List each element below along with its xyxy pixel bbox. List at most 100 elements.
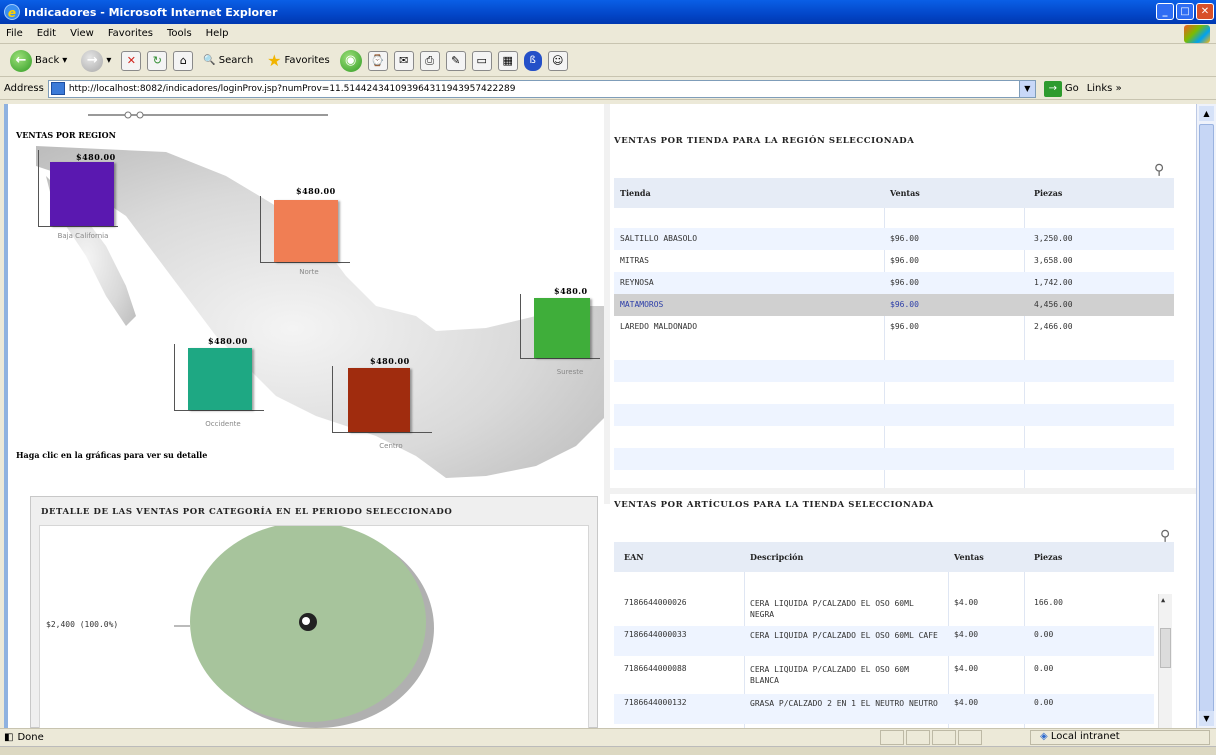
menu-file[interactable]: File bbox=[6, 28, 23, 39]
intranet-icon: ◈ bbox=[1040, 731, 1048, 742]
page-scrollbar[interactable]: ▲ ▼ bbox=[1196, 104, 1216, 728]
region-title: VENTAS POR REGION bbox=[16, 130, 116, 140]
scroll-up-icon[interactable]: ▲ bbox=[1199, 106, 1214, 121]
col-art-ventas: Ventas bbox=[954, 552, 984, 562]
label-norte: Norte bbox=[299, 268, 319, 276]
scroll-thumb[interactable] bbox=[1199, 124, 1214, 714]
label-sureste: Sureste bbox=[556, 368, 584, 376]
label-baja-california: Baja California bbox=[57, 232, 109, 240]
menu-edit[interactable]: Edit bbox=[37, 28, 56, 39]
label-centro: Centro bbox=[379, 442, 403, 450]
table-row[interactable]: 7186644000026 CERA LIQUIDA P/CALZADO EL … bbox=[614, 594, 1154, 624]
address-url: http://localhost:8082/indicadores/loginP… bbox=[68, 83, 516, 94]
minimize-button[interactable]: _ bbox=[1156, 3, 1174, 20]
maximize-button[interactable]: □ bbox=[1176, 3, 1194, 20]
col-descripcion: Descripción bbox=[750, 552, 804, 562]
forward-arrow-icon: → bbox=[81, 49, 104, 72]
search-icon: 🔍 bbox=[203, 55, 216, 66]
mail-icon[interactable]: ✉ bbox=[393, 50, 414, 71]
pie-chart-area: $2,400 (100.0%) bbox=[39, 525, 589, 728]
refresh-icon[interactable]: ↻ bbox=[147, 50, 168, 71]
label-occidente: Occidente bbox=[205, 420, 241, 428]
favorites-star-icon: ★ bbox=[267, 51, 282, 70]
page-status-icon: ◧ bbox=[4, 732, 14, 743]
col-ventas: Ventas bbox=[890, 188, 920, 198]
page-content: VENTAS POR REGION $480.00 Baja Californi… bbox=[4, 104, 1196, 728]
pie-chart[interactable] bbox=[40, 526, 590, 728]
bluetooth-icon[interactable]: ß bbox=[523, 50, 542, 71]
value-norte: $480.00 bbox=[296, 186, 336, 196]
status-bar: ◧ Done ◈ Local intranet bbox=[0, 728, 1216, 746]
history-icon[interactable]: ⌚ bbox=[367, 50, 388, 71]
menu-help[interactable]: Help bbox=[206, 28, 229, 39]
menu-favorites[interactable]: Favorites bbox=[108, 28, 153, 39]
table-row[interactable]: 7186644000132 GRASA P/CALZADO 2 EN 1 EL … bbox=[614, 694, 1154, 724]
region-hint: Haga clic en la gráficas para ver su det… bbox=[16, 450, 208, 460]
window-title: Indicadores - Microsoft Internet Explore… bbox=[24, 5, 278, 19]
address-label: Address bbox=[4, 83, 44, 94]
horizontal-splitter[interactable] bbox=[608, 488, 1196, 494]
forward-button[interactable]: → ▾ bbox=[77, 48, 115, 74]
menu-bar: File Edit View Favorites Tools Help bbox=[0, 24, 1216, 44]
articles-scrollbar[interactable]: ▲ bbox=[1158, 594, 1172, 728]
detail-title: DETALLE DE LAS VENTAS POR CATEGORÍA EN E… bbox=[41, 507, 453, 517]
standard-toolbar: ← Back ▾ → ▾ ✕ ↻ ⌂ 🔍 Search ★ Favorites ◉ … bbox=[0, 45, 1216, 77]
bar-baja-california bbox=[50, 162, 114, 226]
windows-logo-icon bbox=[1184, 25, 1210, 43]
media-icon[interactable]: ◉ bbox=[339, 49, 362, 72]
stores-table: Tienda Ventas Piezas SALTILLO ABASOLO $9… bbox=[614, 178, 1174, 490]
chart-baja-california[interactable]: $480.00 Baja California bbox=[38, 150, 118, 240]
home-icon[interactable]: ⌂ bbox=[173, 50, 194, 71]
print-icon[interactable]: ⎙ bbox=[419, 50, 440, 71]
go-arrow-icon: → bbox=[1043, 80, 1062, 97]
go-button[interactable]: → Go bbox=[1040, 80, 1083, 97]
bar-sureste bbox=[534, 298, 590, 358]
table-row[interactable]: 7186644000088 CERA LIQUIDA P/CALZADO EL … bbox=[614, 660, 1154, 690]
col-tienda: Tienda bbox=[620, 188, 651, 198]
close-button[interactable]: ✕ bbox=[1196, 3, 1214, 20]
research-icon[interactable]: ▦ bbox=[497, 50, 518, 71]
search-button[interactable]: 🔍 Search bbox=[199, 48, 257, 74]
chart-norte[interactable]: $480.00 Norte bbox=[260, 186, 350, 276]
category-detail-panel: DETALLE DE LAS VENTAS POR CATEGORÍA EN E… bbox=[30, 496, 598, 728]
col-piezas: Piezas bbox=[1034, 188, 1063, 198]
table-row-selected[interactable]: MATAMOROS $96.00 4,456.00 bbox=[614, 294, 1174, 316]
table-row[interactable]: LAREDO MALDONADO $96.00 2,466.00 bbox=[614, 316, 1174, 338]
messenger-icon[interactable]: ☺ bbox=[547, 50, 568, 71]
status-text: Done bbox=[17, 732, 44, 743]
articles-title: VENTAS POR ARTÍCULOS PARA LA TIENDA SELE… bbox=[614, 500, 934, 510]
stop-icon[interactable]: ✕ bbox=[121, 50, 142, 71]
taskbar bbox=[0, 746, 1216, 755]
col-art-piezas: Piezas bbox=[1034, 552, 1063, 562]
back-button[interactable]: ← Back ▾ bbox=[6, 48, 71, 74]
favorites-button[interactable]: ★ Favorites bbox=[263, 48, 334, 74]
chart-centro[interactable]: $480.00 Centro bbox=[332, 352, 432, 452]
folder-icon[interactable]: ▭ bbox=[471, 50, 492, 71]
links-button[interactable]: Links » bbox=[1087, 83, 1122, 94]
value-occidente: $480.00 bbox=[208, 336, 248, 346]
chart-occidente[interactable]: $480.00 Occidente bbox=[174, 330, 264, 430]
address-input[interactable]: http://localhost:8082/indicadores/loginP… bbox=[47, 79, 1036, 98]
table-row[interactable]: 7186644000033 CERA LIQUIDA P/CALZADO EL … bbox=[614, 626, 1154, 656]
stores-header: Tienda Ventas Piezas bbox=[614, 178, 1174, 208]
edit-icon[interactable]: ✎ bbox=[445, 50, 466, 71]
address-bar: Address http://localhost:8082/indicadore… bbox=[0, 78, 1216, 100]
col-ean: EAN bbox=[624, 552, 644, 562]
bar-centro bbox=[348, 368, 410, 432]
scroll-down-icon[interactable]: ▼ bbox=[1199, 711, 1214, 726]
bar-occidente bbox=[188, 348, 252, 410]
menu-view[interactable]: View bbox=[70, 28, 94, 39]
window-controls: _ □ ✕ bbox=[1156, 3, 1214, 20]
table-row[interactable]: SALTILLO ABASOLO $96.00 3,250.00 bbox=[614, 228, 1174, 250]
stores-title: VENTAS POR TIENDA PARA LA REGIÓN SELECCI… bbox=[614, 136, 915, 146]
bar-norte bbox=[274, 200, 338, 262]
zoom-icon[interactable]: ⚲ bbox=[1154, 162, 1164, 178]
ie-icon: e bbox=[4, 4, 20, 20]
chart-sureste[interactable]: $480.0 Sureste bbox=[520, 282, 600, 376]
vertical-splitter[interactable] bbox=[604, 104, 610, 504]
address-dropdown-icon[interactable]: ▼ bbox=[1018, 80, 1035, 97]
table-row[interactable]: REYNOSA $96.00 1,742.00 bbox=[614, 272, 1174, 294]
table-row[interactable]: MITRAS $96.00 3,658.00 bbox=[614, 250, 1174, 272]
value-centro: $480.00 bbox=[370, 356, 410, 366]
menu-tools[interactable]: Tools bbox=[167, 28, 192, 39]
